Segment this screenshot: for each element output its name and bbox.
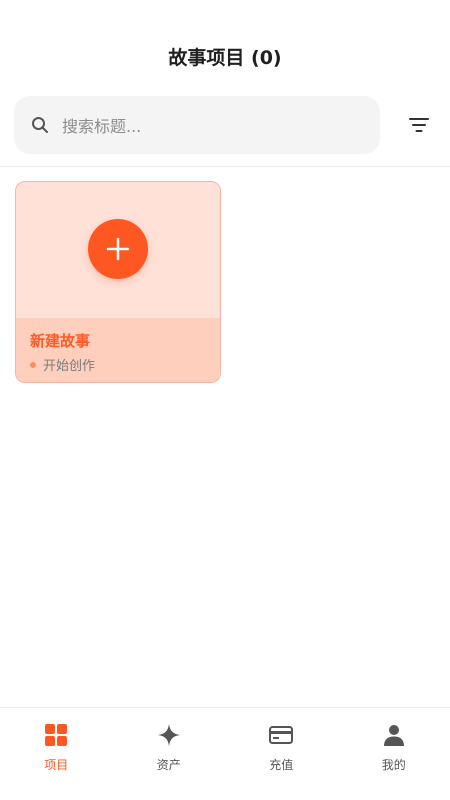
app-screen: 故事项目 (0) 搜索标题... 新建故事 开始创作 项目 资产 充值 我的 bbox=[0, 0, 450, 800]
credit-card-icon bbox=[268, 722, 294, 748]
search-placeholder: 搜索标题... bbox=[62, 117, 142, 136]
header: 故事项目 (0) bbox=[0, 0, 450, 90]
divider bbox=[0, 166, 450, 167]
card-subtitle-text: 开始创作 bbox=[43, 359, 96, 374]
search-icon bbox=[32, 117, 48, 133]
tab-recharge[interactable]: 充值 bbox=[225, 708, 338, 800]
search-input[interactable]: 搜索标题... bbox=[14, 96, 380, 154]
tab-label: 资产 bbox=[156, 758, 181, 772]
card-cover bbox=[16, 182, 220, 318]
sparkle-icon bbox=[156, 722, 182, 748]
add-story-button[interactable] bbox=[88, 219, 148, 279]
plus-icon bbox=[106, 237, 130, 261]
new-story-card[interactable]: 新建故事 开始创作 bbox=[15, 181, 221, 383]
card-footer: 新建故事 开始创作 bbox=[16, 318, 220, 382]
tab-label: 我的 bbox=[381, 758, 406, 772]
page-title: 故事项目 (0) bbox=[168, 47, 282, 69]
tab-projects[interactable]: 项目 bbox=[0, 708, 113, 800]
search-row: 搜索标题... bbox=[14, 96, 436, 154]
filter-icon bbox=[409, 118, 429, 132]
grid-icon bbox=[43, 722, 69, 748]
card-subtitle: 开始创作 bbox=[30, 355, 95, 374]
card-title: 新建故事 bbox=[30, 332, 91, 350]
tab-assets[interactable]: 资产 bbox=[113, 708, 226, 800]
bottom-tab-bar: 项目 资产 充值 我的 bbox=[0, 707, 450, 800]
status-dot bbox=[30, 361, 36, 368]
tab-label: 充值 bbox=[269, 758, 294, 772]
filter-button[interactable] bbox=[402, 108, 436, 142]
tab-label: 项目 bbox=[44, 758, 69, 772]
person-icon bbox=[381, 722, 407, 748]
tab-profile[interactable]: 我的 bbox=[338, 708, 450, 800]
